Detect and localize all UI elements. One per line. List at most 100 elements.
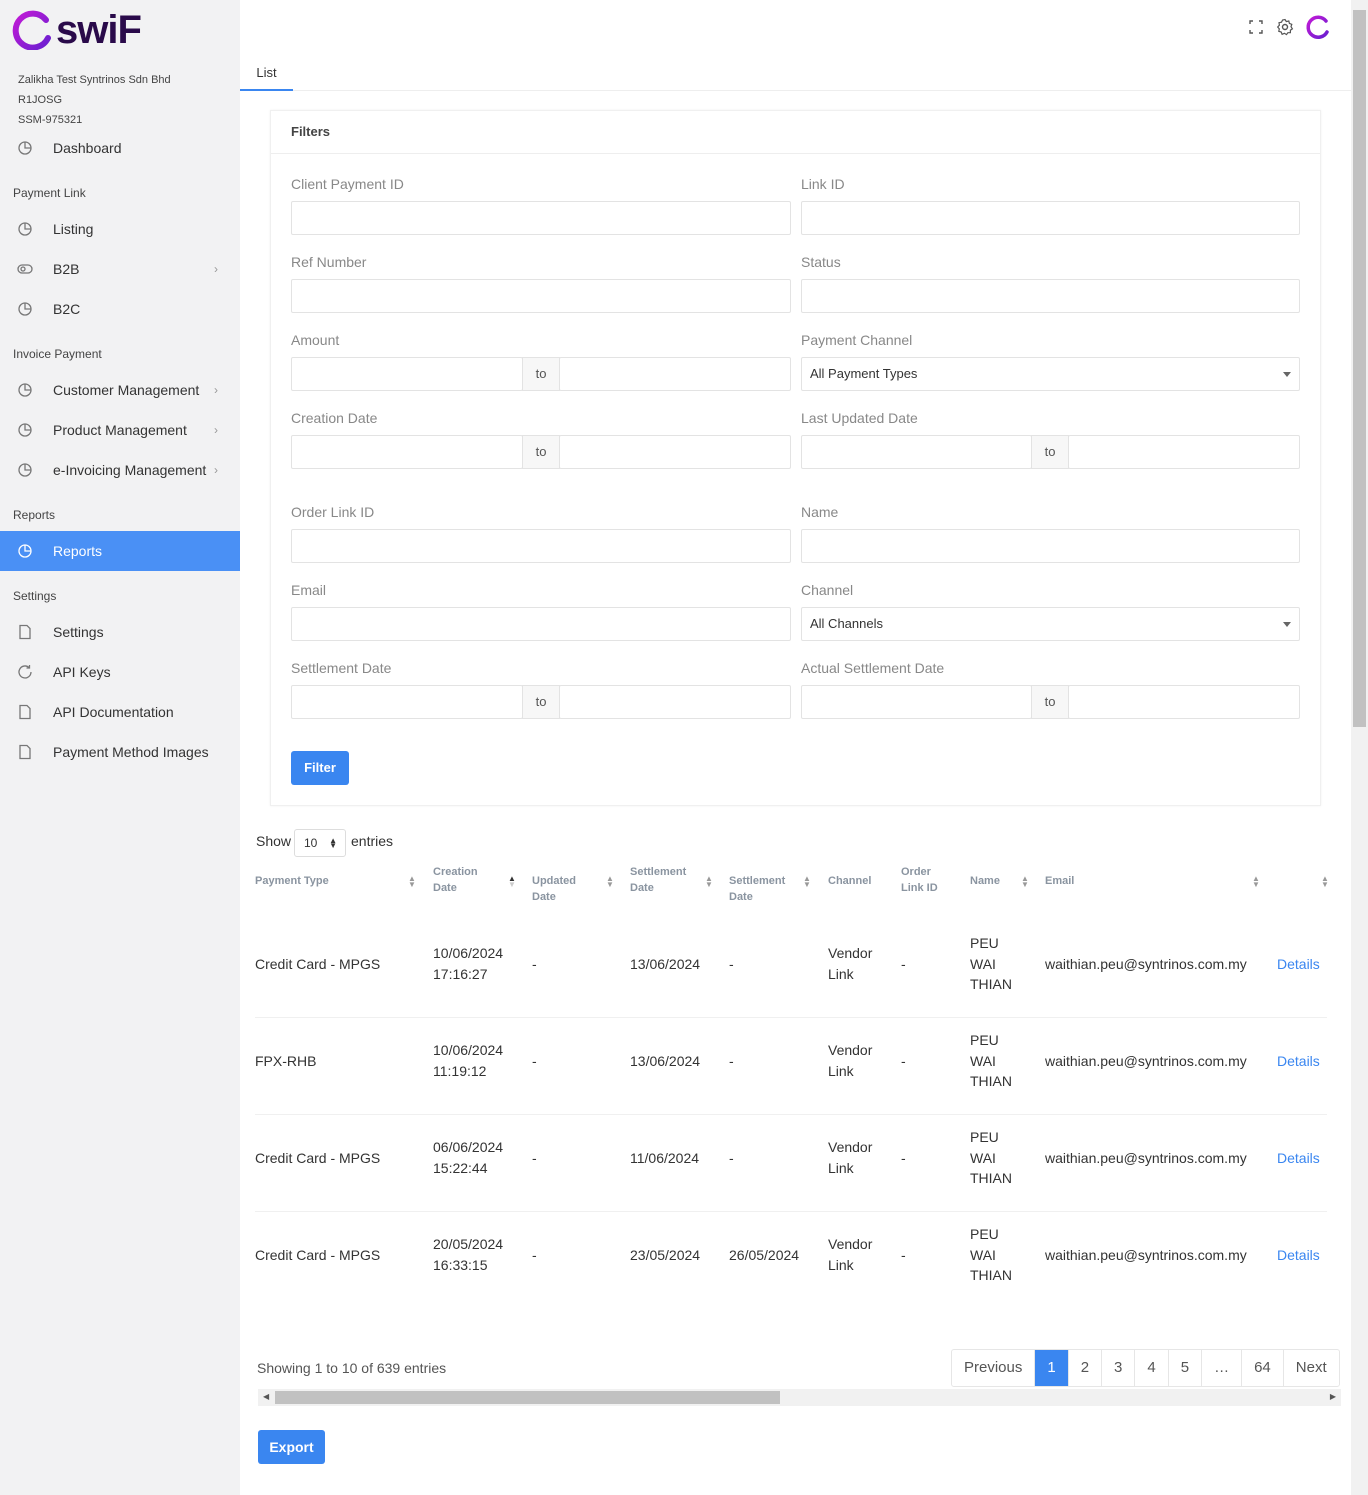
page-3[interactable]: 3	[1101, 1350, 1134, 1386]
sort-icon[interactable]: ▲ ▼	[606, 875, 614, 889]
file-icon	[19, 704, 31, 720]
payment-channel-label: Payment Channel	[801, 332, 913, 348]
sidebar-item-api-keys[interactable]: API Keys	[0, 652, 240, 692]
last-updated-date-from-input[interactable]	[801, 435, 1032, 469]
sidebar-item-api-documentation[interactable]: API Documentation	[0, 692, 240, 732]
name-label: Name	[801, 504, 839, 520]
th-settlement-date[interactable]: Settlement Date	[630, 864, 686, 896]
th-actual-settlement-date[interactable]: Settlement Date	[729, 873, 785, 905]
link-id-input[interactable]	[801, 201, 1300, 235]
cell-settlement-date: 23/05/2024	[630, 1247, 701, 1263]
last-updated-date-label: Last Updated Date	[801, 410, 918, 426]
caret-down-icon	[1283, 372, 1291, 377]
ref-number-label: Ref Number	[291, 254, 367, 270]
order-link-id-input[interactable]	[291, 529, 791, 563]
sort-icon[interactable]: ▲ ▼	[1321, 875, 1329, 889]
th-email[interactable]: Email	[1045, 873, 1074, 889]
cell-channel: Vendor Link	[828, 1137, 872, 1178]
creation-date-to-input[interactable]	[559, 435, 791, 469]
actual-settlement-date-to-input[interactable]	[1068, 685, 1300, 719]
scroll-thumb[interactable]	[1353, 10, 1366, 727]
pagination: Previous 1 2 3 4 5 … 64 Next	[951, 1349, 1340, 1387]
user-avatar-icon[interactable]	[1306, 14, 1332, 40]
name-input[interactable]	[801, 529, 1300, 563]
tab-list[interactable]: List	[240, 62, 293, 91]
cell-line: THIAN	[970, 976, 1012, 992]
actual-settlement-date-from-input[interactable]	[801, 685, 1032, 719]
sidebar-item-einvoicing-management[interactable]: e-Invoicing Management ›	[0, 450, 240, 490]
amount-label: Amount	[291, 332, 340, 348]
page-4[interactable]: 4	[1134, 1350, 1167, 1386]
sidebar-item-b2b[interactable]: B2B ›	[0, 249, 240, 289]
cell-email: waithian.peu@syntrinos.com.my	[1045, 1053, 1247, 1069]
cell-line: THIAN	[970, 1073, 1012, 1089]
sidebar-item-payment-method-images[interactable]: Payment Method Images	[0, 732, 240, 772]
sort-icon[interactable]: ▲ ▼	[705, 875, 713, 889]
th-line: Date	[729, 891, 753, 903]
row-divider	[255, 1114, 1327, 1115]
page-previous[interactable]: Previous	[952, 1350, 1034, 1386]
payment-channel-select[interactable]: All Payment Types	[801, 357, 1300, 391]
sidebar: swiF Zalikha Test Syntrinos Sdn Bhd R1JO…	[0, 0, 240, 1495]
sort-asc-icon[interactable]: ▲ ▼	[508, 875, 516, 889]
details-link[interactable]: Details	[1277, 1148, 1320, 1169]
scroll-right-icon[interactable]: ▶	[1330, 1392, 1336, 1401]
page-5[interactable]: 5	[1167, 1350, 1201, 1386]
cell-line: PEU	[970, 1129, 999, 1145]
sidebar-item-listing[interactable]: Listing	[0, 209, 240, 249]
sort-icon[interactable]: ▲ ▼	[803, 875, 811, 889]
brand-logo[interactable]: swiF	[12, 10, 142, 50]
page-next[interactable]: Next	[1282, 1350, 1339, 1386]
export-button[interactable]: Export	[258, 1430, 325, 1464]
scroll-left-icon[interactable]: ◀	[263, 1392, 269, 1401]
cell-line: 20/05/2024	[433, 1236, 504, 1252]
th-updated-date[interactable]: Updated Date	[532, 873, 576, 905]
filter-button[interactable]: Filter	[291, 751, 349, 785]
page-64[interactable]: 64	[1241, 1350, 1283, 1386]
th-channel[interactable]: Channel	[828, 873, 871, 889]
page-size-select[interactable]: 10 ▲ ▼	[294, 829, 346, 857]
horizontal-scrollbar[interactable]: ◀ ▶	[258, 1389, 1341, 1406]
cell-order-link-id: -	[901, 956, 906, 972]
th-line: Link ID	[901, 882, 938, 894]
th-payment-type[interactable]: Payment Type	[255, 873, 329, 889]
page-2[interactable]: 2	[1067, 1350, 1101, 1386]
settlement-date-to-input[interactable]	[559, 685, 791, 719]
sidebar-item-label: e-Invoicing Management	[53, 462, 207, 478]
last-updated-date-to-input[interactable]	[1068, 435, 1300, 469]
sidebar-item-b2c[interactable]: B2C	[0, 289, 240, 329]
scroll-thumb[interactable]	[275, 1391, 780, 1404]
sort-icon[interactable]: ▲ ▼	[408, 875, 416, 889]
page-1[interactable]: 1	[1034, 1350, 1068, 1386]
channel-select[interactable]: All Channels	[801, 607, 1300, 641]
chevron-right-icon: ›	[214, 383, 218, 397]
amount-from-input[interactable]	[291, 357, 523, 391]
details-link[interactable]: Details	[1277, 954, 1320, 975]
page-ellipsis: …	[1201, 1350, 1241, 1386]
sort-icon[interactable]: ▲ ▼	[1021, 875, 1029, 889]
sidebar-item-customer-management[interactable]: Customer Management ›	[0, 370, 240, 410]
details-link[interactable]: Details	[1277, 1051, 1320, 1072]
th-name[interactable]: Name	[970, 873, 1000, 889]
settlement-date-from-input[interactable]	[291, 685, 523, 719]
creation-date-from-input[interactable]	[291, 435, 523, 469]
th-creation-date[interactable]: Creation Date	[433, 864, 478, 896]
sidebar-item-settings[interactable]: Settings	[0, 612, 240, 652]
th-order-link-id[interactable]: Order Link ID	[901, 864, 938, 896]
client-payment-id-input[interactable]	[291, 201, 791, 235]
email-label: Email	[291, 582, 327, 598]
email-input[interactable]	[291, 607, 791, 641]
sort-icon[interactable]: ▲ ▼	[1252, 875, 1260, 889]
sidebar-item-product-management[interactable]: Product Management ›	[0, 410, 240, 450]
gear-icon[interactable]	[1276, 18, 1294, 36]
sidebar-item-reports[interactable]: Reports	[0, 531, 240, 571]
details-link[interactable]: Details	[1277, 1245, 1320, 1266]
ref-number-input[interactable]	[291, 279, 791, 313]
vertical-scrollbar[interactable]	[1351, 0, 1368, 1495]
fullscreen-icon[interactable]	[1248, 19, 1264, 35]
amount-to-input[interactable]	[559, 357, 791, 391]
cell-creation-date: 20/05/2024 16:33:15	[433, 1234, 503, 1275]
sidebar-item-dashboard[interactable]: Dashboard	[0, 128, 240, 168]
status-input[interactable]	[801, 279, 1300, 313]
filters-title: Filters	[291, 124, 331, 139]
